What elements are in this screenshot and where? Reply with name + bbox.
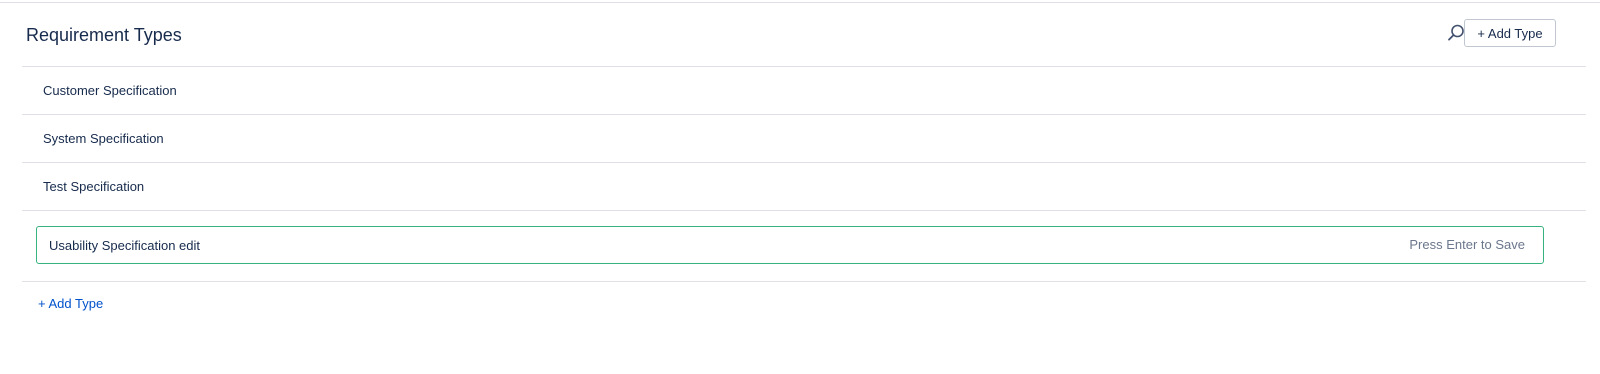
list-item[interactable]: Test Specification (22, 163, 1586, 211)
edit-row: Press Enter to Save (22, 210, 1586, 282)
edit-field-container: Press Enter to Save (36, 226, 1544, 264)
type-name-input[interactable] (49, 227, 1389, 263)
save-hint: Press Enter to Save (1409, 237, 1525, 252)
requirement-types-page: Requirement Types + Add Type Customer Sp… (0, 0, 1600, 374)
add-type-link[interactable]: + Add Type (38, 296, 103, 311)
header: Requirement Types + Add Type (22, 3, 1586, 67)
search-icon (1446, 23, 1466, 48)
list-item-label: System Specification (43, 131, 164, 146)
page-title: Requirement Types (26, 25, 182, 45)
add-type-button[interactable]: + Add Type (1464, 19, 1556, 47)
list-item[interactable]: Customer Specification (22, 67, 1586, 115)
list-item-label: Customer Specification (43, 83, 177, 98)
list-item[interactable]: System Specification (22, 115, 1586, 163)
requirement-type-list: Customer Specification System Specificat… (22, 67, 1586, 211)
list-item-label: Test Specification (43, 179, 145, 194)
